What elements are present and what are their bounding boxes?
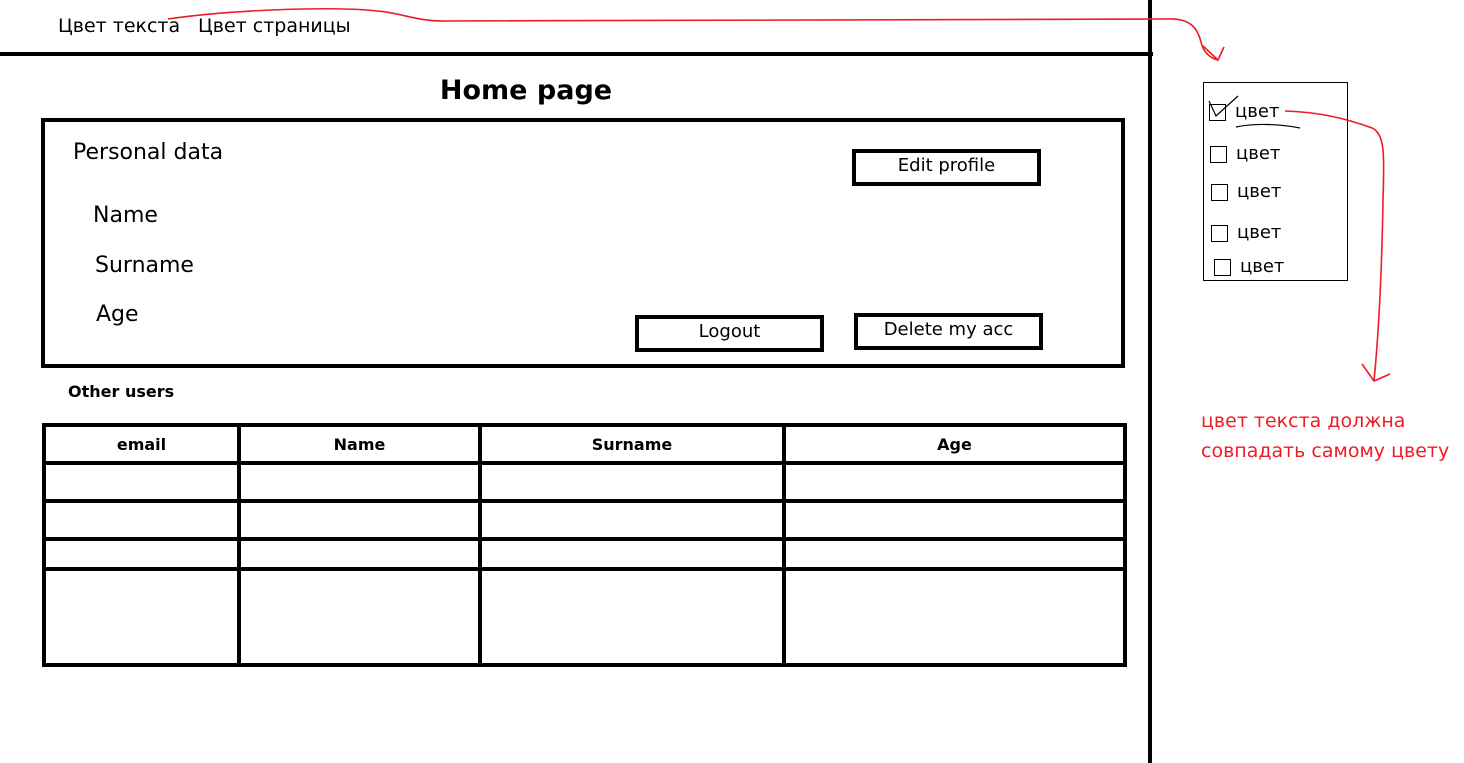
table-cell xyxy=(478,499,786,541)
column-header-email: email xyxy=(42,423,241,465)
table-row xyxy=(42,567,1127,667)
arrow-to-text-color-picker-head xyxy=(1202,45,1225,62)
field-age-label: Age xyxy=(96,302,139,327)
field-name-label: Name xyxy=(93,203,158,228)
table-cell xyxy=(237,567,482,667)
table-cell xyxy=(478,537,786,571)
table-cell xyxy=(782,499,1127,541)
table-cell xyxy=(237,499,482,541)
color-option-3[interactable]: цвет xyxy=(1211,181,1281,205)
column-header-name: Name xyxy=(237,423,482,465)
users-table: email Name Surname Age xyxy=(42,423,1127,667)
color-option-label: цвет xyxy=(1237,222,1282,243)
edit-profile-button[interactable]: Edit profile xyxy=(852,149,1041,186)
personal-data-panel: Personal data Name Surname Age Edit prof… xyxy=(41,118,1125,368)
table-cell xyxy=(782,537,1127,571)
personal-data-heading: Personal data xyxy=(73,140,224,165)
logout-button[interactable]: Logout xyxy=(635,315,824,352)
checkbox-icon[interactable] xyxy=(1214,258,1231,276)
annotation-note: цвет текста должна совпадать самому цвет… xyxy=(1201,406,1449,466)
checkbox-icon[interactable] xyxy=(1210,145,1227,163)
table-cell xyxy=(42,499,241,541)
header-divider xyxy=(0,52,1153,56)
field-surname-label: Surname xyxy=(95,253,194,278)
table-cell xyxy=(237,461,482,503)
table-row xyxy=(42,499,1127,541)
table-cell xyxy=(782,567,1127,667)
table-cell xyxy=(42,567,241,667)
menu-text-color[interactable]: Цвет текста xyxy=(58,14,180,38)
menu-page-color[interactable]: Цвет страницы xyxy=(198,14,351,38)
checkbox-icon[interactable] xyxy=(1211,183,1228,201)
column-header-surname: Surname xyxy=(478,423,786,465)
table-header-row: email Name Surname Age xyxy=(42,423,1127,465)
page-right-border xyxy=(1148,0,1152,763)
delete-account-button[interactable]: Delete my acc xyxy=(854,313,1043,350)
color-option-4[interactable]: цвет xyxy=(1211,222,1281,246)
table-row xyxy=(42,537,1127,571)
color-option-2[interactable]: цвет xyxy=(1210,143,1280,167)
table-row xyxy=(42,461,1127,503)
table-cell xyxy=(42,537,241,571)
table-cell xyxy=(478,567,786,667)
table-cell xyxy=(237,537,482,571)
checkbox-icon[interactable] xyxy=(1209,103,1226,121)
color-option-label: цвет xyxy=(1236,143,1281,164)
color-option-label: цвет xyxy=(1235,101,1280,122)
page-title: Home page xyxy=(439,75,613,106)
color-option-label: цвет xyxy=(1237,181,1282,202)
color-option-5[interactable]: цвет xyxy=(1214,256,1284,280)
column-header-age: Age xyxy=(782,423,1127,465)
other-users-heading: Other users xyxy=(68,382,175,401)
color-option-1[interactable]: цвет xyxy=(1209,101,1279,125)
annotation-line-1: цвет текста должна xyxy=(1201,410,1406,432)
table-cell xyxy=(478,461,786,503)
table-cell xyxy=(782,461,1127,503)
checkbox-icon[interactable] xyxy=(1211,224,1228,242)
annotation-line-2: совпадать самому цвету xyxy=(1201,440,1450,462)
color-option-label: цвет xyxy=(1240,256,1285,277)
arrow-to-note-head xyxy=(1361,363,1391,382)
table-cell xyxy=(42,461,241,503)
